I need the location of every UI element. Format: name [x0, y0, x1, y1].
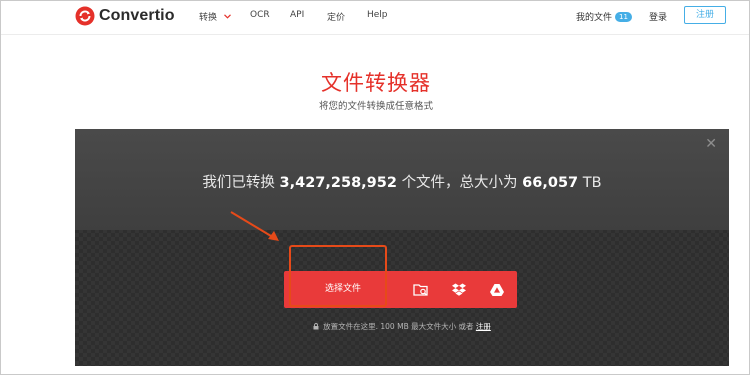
- google-drive-button[interactable]: [478, 271, 516, 308]
- my-files-count-badge: 11: [615, 12, 632, 22]
- stats-prefix: 我们已转换: [202, 175, 275, 191]
- drop-hint-text: 放置文件在这里. 100 MB 最大文件大小 或者: [323, 322, 474, 331]
- nav-help[interactable]: Help: [367, 10, 388, 20]
- top-navbar: Convertio 转换 OCR API 定价 Help 我的文件 11 登录 注…: [1, 1, 749, 35]
- chevron-down-icon: [223, 14, 231, 19]
- nav-convert[interactable]: 转换: [199, 10, 231, 23]
- convertio-logo-icon: [75, 6, 95, 26]
- google-drive-icon: [490, 283, 504, 296]
- close-icon[interactable]: ✕: [705, 137, 717, 151]
- dropbox-icon: [452, 283, 466, 296]
- drop-hint: 放置文件在这里. 100 MB 最大文件大小 或者 注册: [75, 321, 729, 332]
- choose-files-button[interactable]: 选择文件: [284, 271, 402, 308]
- login-link[interactable]: 登录: [649, 10, 667, 23]
- stats-header: ✕ 我们已转换 3,427,258,952 个文件，总大小为 66,057 TB: [75, 129, 729, 230]
- brand-logo[interactable]: Convertio: [75, 6, 175, 26]
- folder-search-icon: [413, 283, 428, 296]
- size-unit: TB: [582, 175, 602, 191]
- brand-name: Convertio: [99, 7, 175, 24]
- converter-panel[interactable]: ✕ 我们已转换 3,427,258,952 个文件，总大小为 66,057 TB…: [75, 129, 729, 366]
- total-size: 66,057: [522, 175, 579, 191]
- page-title: 文件转换器: [321, 71, 431, 95]
- nav-api[interactable]: API: [290, 10, 304, 20]
- nav-ocr[interactable]: OCR: [250, 10, 270, 20]
- my-files-label: 我的文件: [576, 13, 613, 23]
- register-link[interactable]: 注册: [476, 322, 491, 331]
- upload-toolbar: 选择文件: [284, 271, 517, 308]
- page-subtitle: 将您的文件转换成任意格式: [318, 101, 433, 112]
- dropbox-button[interactable]: [440, 271, 478, 308]
- files-count: 3,427,258,952: [279, 175, 397, 191]
- nav-convert-label: 转换: [199, 13, 218, 23]
- annotation-arrow-icon: [230, 211, 279, 241]
- nav-pricing[interactable]: 定价: [327, 10, 345, 23]
- signup-button[interactable]: 注册: [684, 6, 726, 24]
- stats-mid: 个文件，总大小为: [401, 175, 518, 191]
- from-computer-button[interactable]: [402, 271, 440, 308]
- lock-icon: [313, 323, 319, 330]
- my-files-link[interactable]: 我的文件 11: [576, 10, 632, 23]
- conversion-stats: 我们已转换 3,427,258,952 个文件，总大小为 66,057 TB: [75, 171, 729, 192]
